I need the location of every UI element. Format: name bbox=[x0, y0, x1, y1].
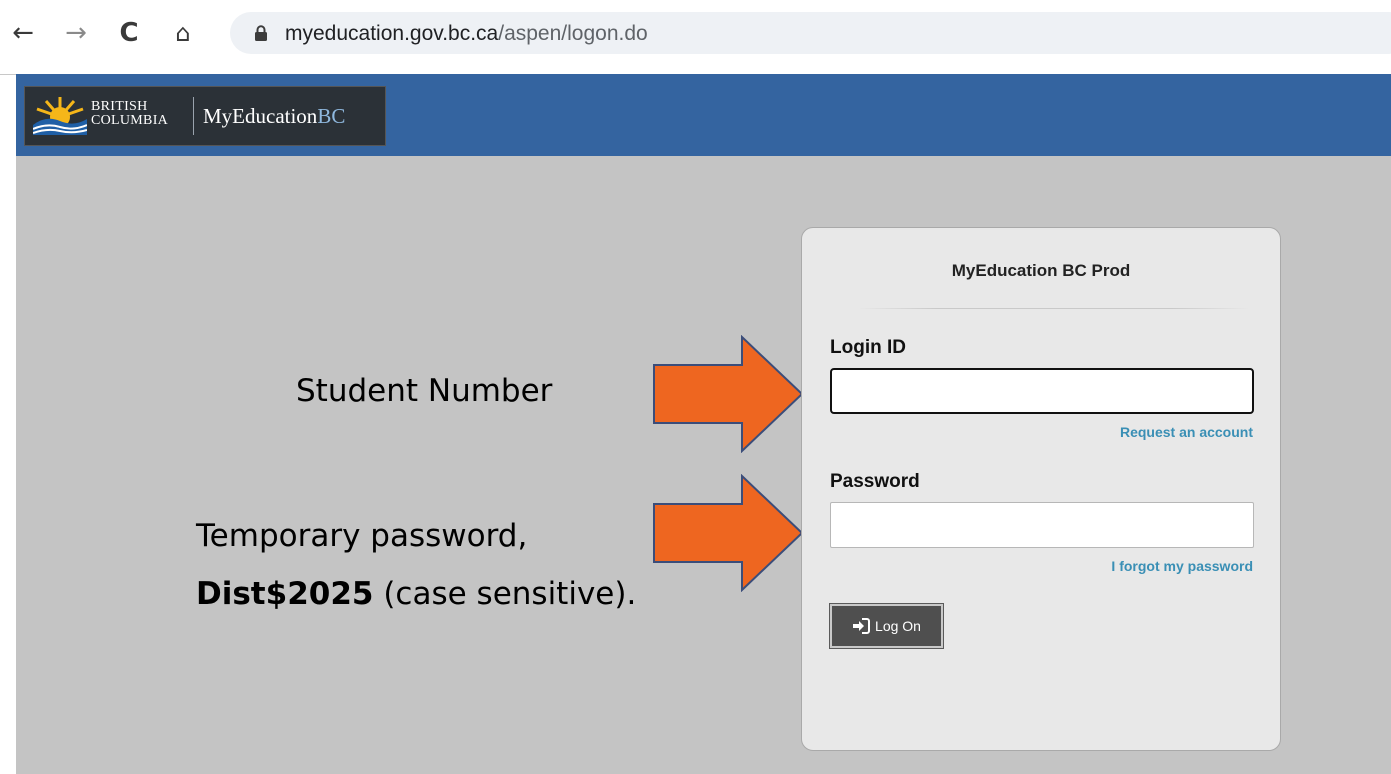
province-line-1: BRITISH bbox=[91, 99, 148, 114]
login-panel: MyEducation BC Prod Login ID Request an … bbox=[801, 227, 1281, 751]
arrow-to-password-icon bbox=[653, 474, 804, 592]
login-panel-title: MyEducation BC Prod bbox=[951, 261, 1131, 280]
lock-icon bbox=[255, 25, 267, 41]
forgot-password-link[interactable]: I forgot my password bbox=[1111, 558, 1253, 574]
login-id-input[interactable] bbox=[830, 368, 1254, 414]
logo-divider bbox=[193, 97, 194, 135]
myeducation-bc-logo[interactable]: BRITISH COLUMBIA MyEducationBC bbox=[24, 86, 386, 146]
sign-in-icon bbox=[853, 618, 871, 634]
arrow-to-login-id-icon bbox=[653, 335, 804, 453]
browser-toolbar: ← → C ⌂ myeducation.gov.bc.ca/aspen/logo… bbox=[0, 0, 1391, 75]
reload-icon[interactable]: C bbox=[114, 18, 144, 48]
password-label: Password bbox=[830, 471, 920, 492]
forward-arrow-icon[interactable]: → bbox=[61, 18, 91, 48]
province-name: BRITISH COLUMBIA bbox=[91, 100, 168, 128]
app-header: BRITISH COLUMBIA MyEducationBC bbox=[16, 74, 1391, 156]
temp-password-annotation-line1: Temporary password, bbox=[196, 518, 528, 554]
url-path: /aspen/logon.do bbox=[498, 22, 648, 45]
address-bar[interactable]: myeducation.gov.bc.ca/aspen/logon.do bbox=[230, 12, 1391, 54]
url-domain: myeducation.gov.bc.ca bbox=[285, 22, 499, 45]
url-text[interactable]: myeducation.gov.bc.ca/aspen/logon.do bbox=[285, 22, 648, 46]
student-number-annotation: Student Number bbox=[296, 373, 553, 409]
brand-suffix: BC bbox=[317, 104, 346, 128]
home-icon[interactable]: ⌂ bbox=[168, 18, 198, 48]
log-on-button[interactable]: Log On bbox=[830, 604, 943, 648]
temp-password-annotation-line2: Dist$2025 (case sensitive). bbox=[196, 576, 636, 612]
temp-password-code: Dist$2025 bbox=[196, 576, 374, 612]
request-account-link[interactable]: Request an account bbox=[1120, 424, 1253, 440]
panel-divider bbox=[858, 308, 1250, 309]
password-input[interactable] bbox=[830, 502, 1254, 548]
province-line-2: COLUMBIA bbox=[91, 113, 169, 128]
brand-main: MyEducation bbox=[203, 104, 318, 128]
bc-sun-logo-icon bbox=[33, 97, 87, 135]
brand-name: MyEducationBC bbox=[203, 104, 345, 129]
back-arrow-icon[interactable]: ← bbox=[8, 18, 38, 48]
case-sensitive-note: (case sensitive). bbox=[373, 576, 637, 612]
login-id-label: Login ID bbox=[830, 337, 906, 358]
log-on-label: Log On bbox=[875, 618, 921, 634]
